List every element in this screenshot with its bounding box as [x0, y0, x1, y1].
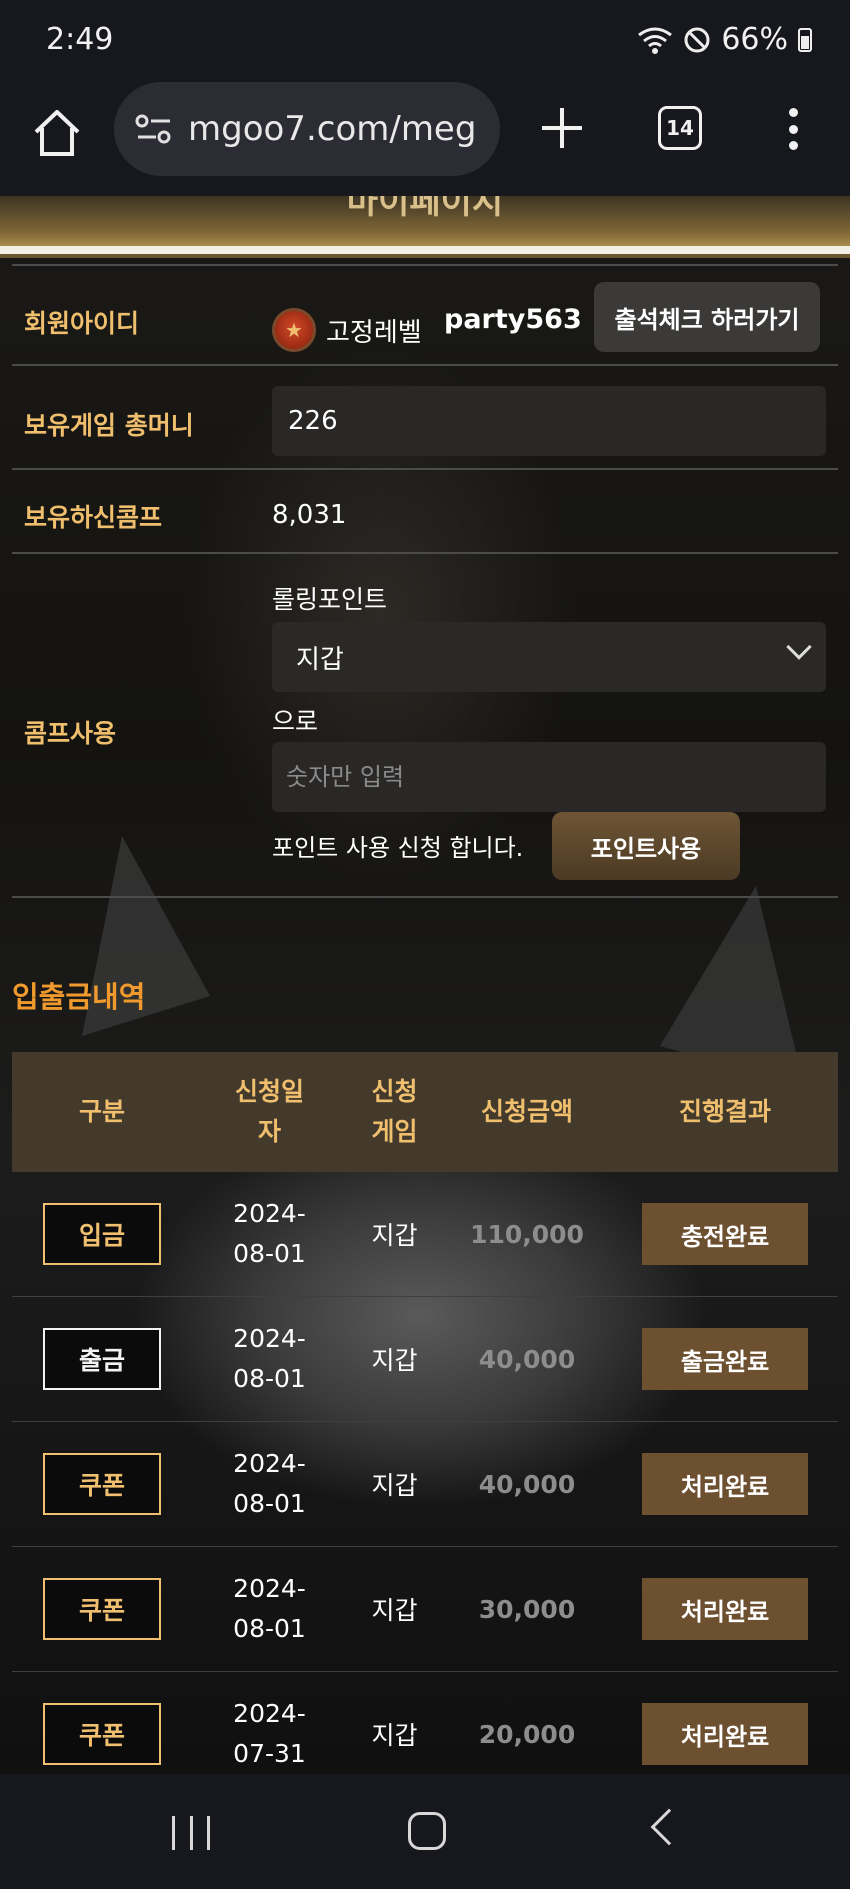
site-settings-icon[interactable]: [134, 112, 174, 146]
header-date-line1: 신청일: [234, 1077, 304, 1106]
request-game: 지갑: [371, 1346, 418, 1375]
to-label: 으로: [272, 707, 319, 736]
dnd-icon: [684, 27, 710, 52]
type-badge: 쿠폰: [43, 1578, 161, 1640]
header-amount: 신청금액: [480, 1097, 573, 1126]
page-content: 마이페이지 회원아이디 ★ 고정레벨 party563 출석체크 하러가기 보유…: [0, 196, 850, 1774]
level-name: 고정레벨: [326, 318, 422, 348]
divider: [12, 364, 838, 366]
comp-value: 8,031: [272, 500, 347, 530]
divider: [12, 468, 838, 470]
request-game: 지갑: [371, 1721, 418, 1750]
address-bar[interactable]: mgoo7.com/meg: [114, 82, 500, 176]
history-section-title: 입출금내역: [12, 980, 146, 1014]
table-row: 입금 2024- 08-01 지갑 110,000 충전완료: [12, 1172, 838, 1297]
request-date: 2024- 07-31: [233, 1699, 306, 1768]
type-badge: 입금: [43, 1203, 161, 1265]
tabs-icon[interactable]: 14: [658, 106, 702, 150]
header-game-line1: 신청: [371, 1077, 418, 1106]
result-badge: 처리완료: [642, 1703, 808, 1765]
point-use-button[interactable]: 포인트사용: [552, 812, 740, 880]
request-date: 2024- 08-01: [233, 1324, 306, 1393]
header-date: 신청일 자: [192, 1072, 347, 1152]
type-badge: 출금: [43, 1328, 161, 1390]
result-badge: 처리완료: [642, 1578, 808, 1640]
money-value: 226: [288, 406, 338, 436]
table-row: 쿠폰 2024- 08-01 지갑 30,000 처리완료: [12, 1547, 838, 1672]
table-header: 구분 신청일 자 신청 게임 신청금액 진행결과: [12, 1052, 838, 1172]
table-row: 출금 2024- 08-01 지갑 40,000 출금완료: [12, 1297, 838, 1422]
header-type: 구분: [78, 1097, 125, 1126]
header-result: 진행결과: [678, 1097, 771, 1126]
request-amount: 40,000: [478, 1469, 576, 1499]
home-icon[interactable]: [30, 106, 84, 160]
point-amount-input[interactable]: [272, 742, 826, 812]
divider: [12, 264, 838, 266]
status-icons: 66%: [637, 22, 812, 57]
rolling-point-label: 롤링포인트: [272, 585, 388, 614]
banner-divider: [0, 254, 850, 258]
history-table: 구분 신청일 자 신청 게임 신청금액 진행결과 입금 2024- 08-01 지…: [12, 1052, 838, 1774]
request-date: 2024- 08-01: [233, 1574, 306, 1643]
browser-toolbar: mgoo7.com/meg 14: [0, 80, 850, 196]
attendance-check-button[interactable]: 출석체크 하러가기: [594, 282, 820, 352]
request-amount: 110,000: [470, 1219, 584, 1249]
type-badge: 쿠폰: [43, 1453, 161, 1515]
point-use-note: 포인트 사용 신청 합니다.: [272, 834, 524, 862]
comp-label: 보유하신콤프: [24, 503, 163, 532]
home-button-icon[interactable]: [408, 1812, 446, 1850]
page-banner: 마이페이지: [0, 196, 850, 246]
banner-divider: [0, 246, 850, 254]
divider: [12, 552, 838, 554]
request-amount: 30,000: [478, 1594, 576, 1624]
status-time: 2:49: [46, 22, 114, 57]
request-game: 지갑: [371, 1596, 418, 1625]
header-game: 신청 게임: [347, 1072, 442, 1152]
page-title: 마이페이지: [346, 196, 504, 222]
wallet-select[interactable]: 지갑: [272, 622, 826, 692]
battery-icon: [798, 27, 812, 52]
member-id-label: 회원아이디: [24, 309, 140, 338]
type-badge: 쿠폰: [43, 1703, 161, 1765]
request-amount: 20,000: [478, 1719, 576, 1749]
money-label: 보유게임 총머니: [24, 411, 194, 440]
plus-icon[interactable]: [536, 102, 588, 154]
request-game: 지갑: [371, 1221, 418, 1250]
header-date-line2: 자: [257, 1117, 281, 1146]
table-row: 쿠폰 2024- 08-01 지갑 40,000 처리완료: [12, 1422, 838, 1547]
battery-percent: 66%: [721, 22, 788, 57]
result-badge: 출금완료: [642, 1328, 808, 1390]
request-date: 2024- 08-01: [233, 1449, 306, 1518]
wallet-select-value: 지갑: [296, 644, 344, 675]
request-game: 지갑: [371, 1471, 418, 1500]
wifi-icon: [638, 27, 673, 54]
request-amount: 40,000: [478, 1344, 576, 1374]
url-text: mgoo7.com/meg: [188, 109, 477, 149]
chevron-down-icon: [786, 634, 812, 660]
user-id: party563: [444, 304, 582, 335]
request-date: 2024- 08-01: [233, 1199, 306, 1268]
header-game-line2: 게임: [371, 1117, 418, 1146]
level-medal-icon: ★: [272, 308, 316, 352]
back-icon[interactable]: [650, 1808, 688, 1846]
result-badge: 처리완료: [642, 1453, 808, 1515]
tab-count: 14: [666, 116, 694, 140]
table-row: 쿠폰 2024- 07-31 지갑 20,000 처리완료: [12, 1672, 838, 1774]
system-nav-bar: [0, 1774, 850, 1889]
status-bar: 2:49 66%: [0, 0, 850, 80]
divider: [12, 896, 838, 898]
menu-icon[interactable]: [778, 104, 808, 154]
comp-use-label: 콤프사용: [24, 719, 117, 748]
result-badge: 충전완료: [642, 1203, 808, 1265]
recent-apps-icon[interactable]: [172, 1816, 210, 1850]
money-field: 226: [272, 386, 826, 456]
